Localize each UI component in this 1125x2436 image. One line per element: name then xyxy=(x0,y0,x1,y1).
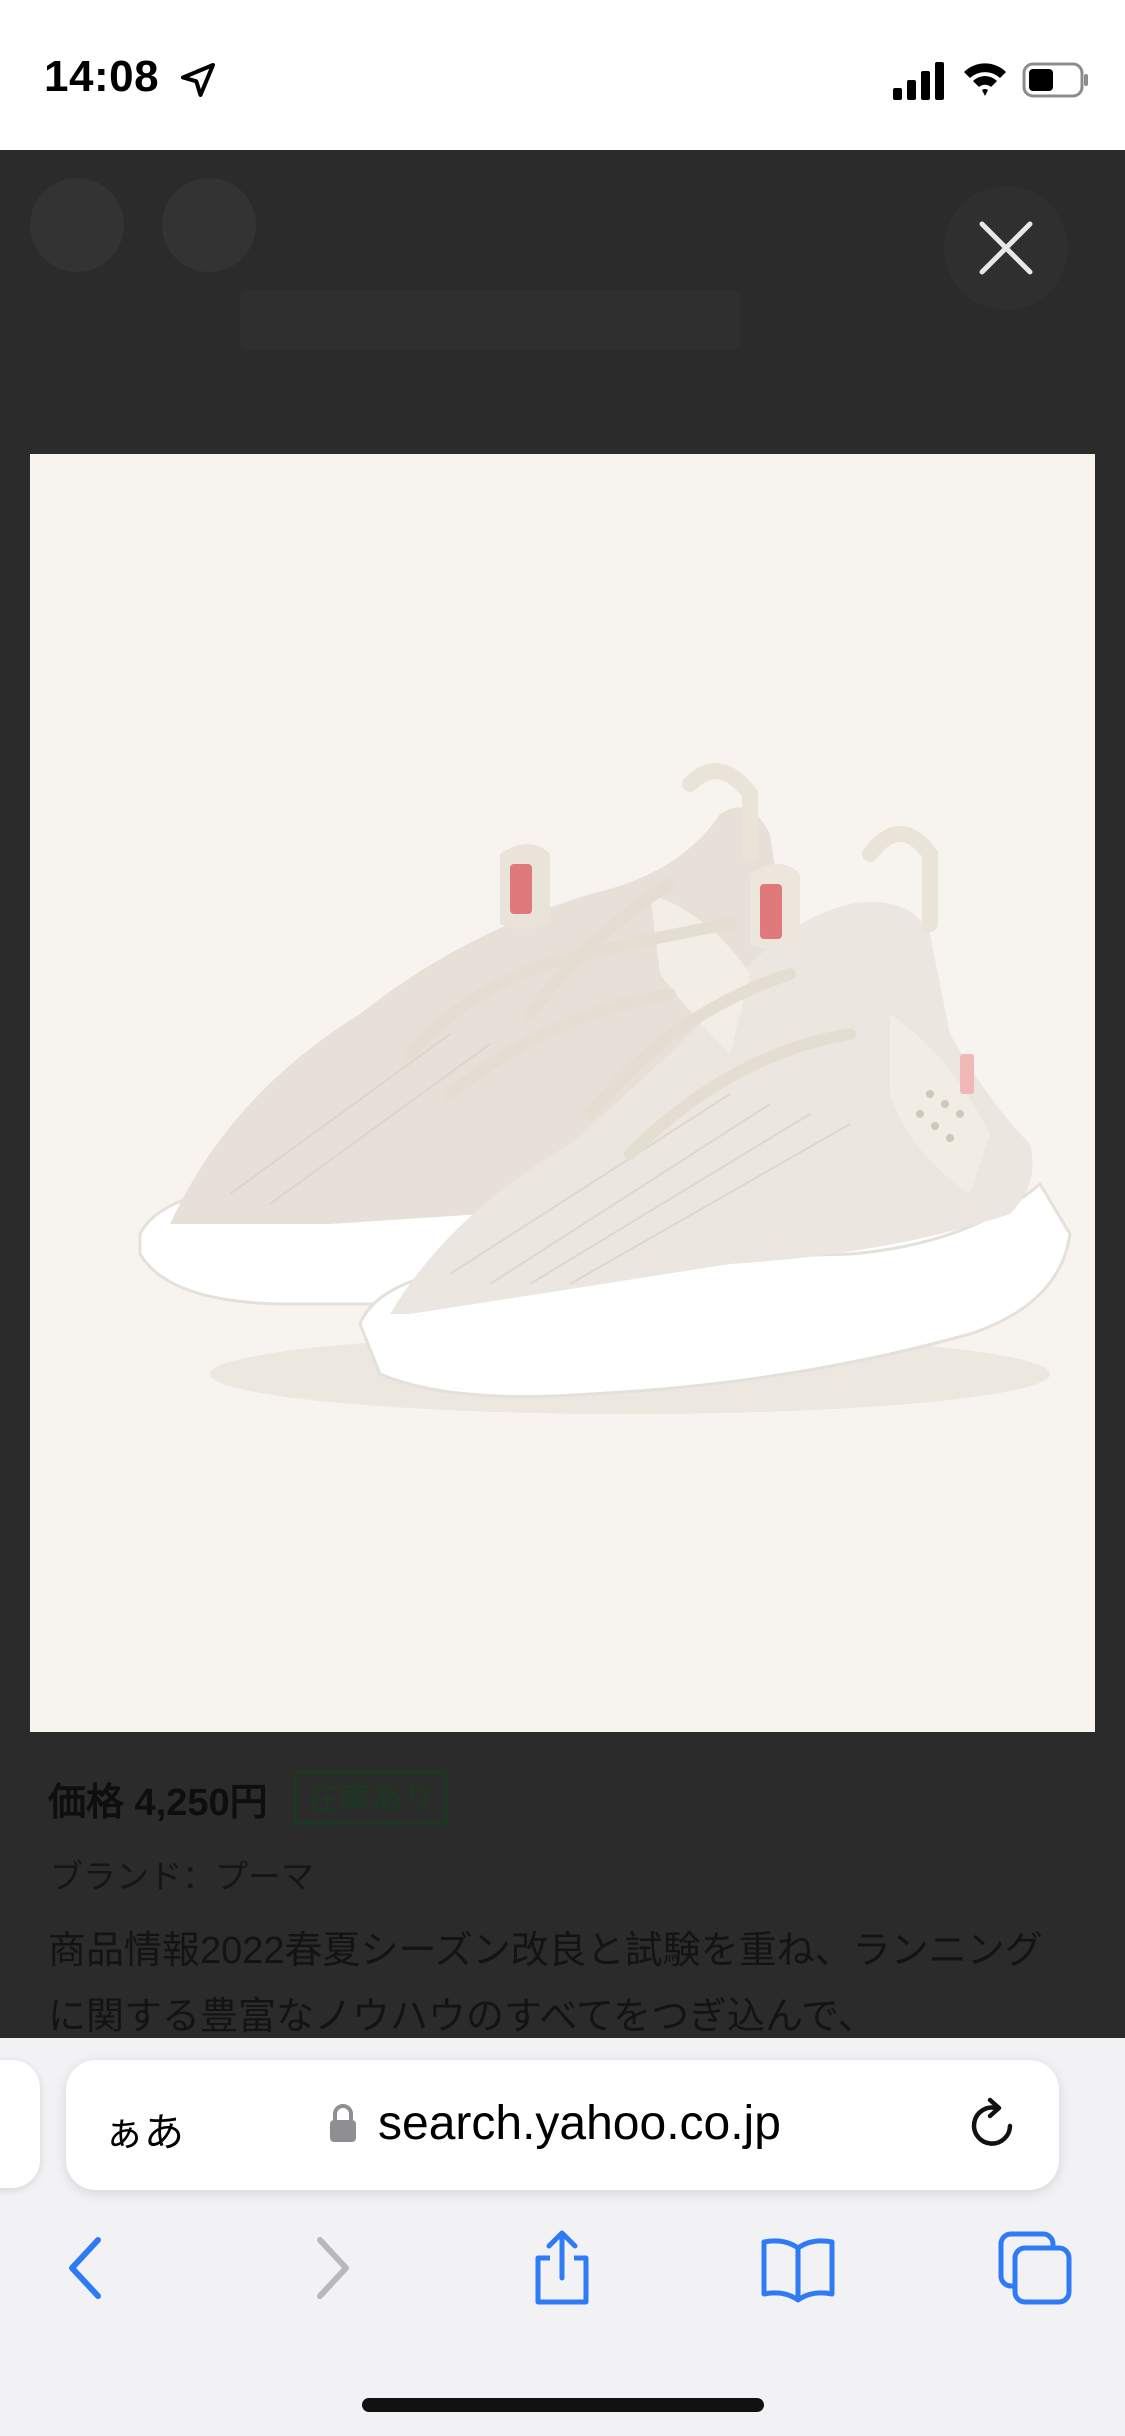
background-title xyxy=(240,290,740,350)
share-button[interactable] xyxy=(522,2228,602,2308)
lock-icon xyxy=(330,2104,356,2142)
tabs-button[interactable] xyxy=(995,2228,1075,2308)
page-settings-button[interactable]: ぁあ xyxy=(104,2100,184,2158)
wifi-icon xyxy=(964,63,1006,96)
tabs-icon xyxy=(998,2231,1072,2305)
chevron-right-icon xyxy=(317,2237,349,2299)
forward-button[interactable] xyxy=(290,2228,370,2308)
book-icon xyxy=(761,2238,835,2303)
close-button[interactable] xyxy=(944,186,1068,310)
previous-tab-peek[interactable] xyxy=(0,2060,40,2188)
cellular-signal-icon xyxy=(893,62,944,100)
stock-badge: 在庫あり xyxy=(293,1771,448,1825)
address-bar[interactable]: ぁあ search.yahoo.co.jp xyxy=(66,2060,1059,2190)
location-arrow-icon xyxy=(181,63,215,97)
product-description: 商品情報2022春夏シーズン改良と試験を重ね、ランニングに関する豊富なノウハウの… xyxy=(48,1930,1043,2038)
back-button[interactable] xyxy=(48,2228,128,2308)
background-clip-button xyxy=(30,178,124,272)
chevron-left-icon xyxy=(69,2237,101,2299)
bookmarks-button[interactable] xyxy=(758,2228,838,2308)
product-brand: ブランド：プーマ xyxy=(50,1858,314,1895)
reload-icon[interactable] xyxy=(966,2096,1022,2154)
sneaker-illustration xyxy=(30,454,1095,1732)
product-price: 価格 4,250円 xyxy=(48,1781,268,1824)
browser-bottom-bar: ぁあ search.yahoo.co.jp xyxy=(0,2038,1125,2436)
background-share-button xyxy=(162,178,256,272)
url-text[interactable]: search.yahoo.co.jp xyxy=(378,2096,781,2151)
web-page-overlay: 価格 4,250円 在庫あり ブランド：プーマ 商品情報2022春夏シーズン改良… xyxy=(0,150,1125,2038)
status-time: 14:08 xyxy=(44,52,160,101)
price-row: 価格 4,250円 在庫あり xyxy=(48,1768,448,1828)
close-icon xyxy=(979,221,1033,275)
share-icon xyxy=(535,2230,589,2305)
status-bar: 14:08 xyxy=(0,0,1125,150)
battery-icon xyxy=(1022,62,1088,98)
product-image[interactable] xyxy=(30,454,1095,1732)
home-indicator[interactable] xyxy=(362,2398,764,2412)
